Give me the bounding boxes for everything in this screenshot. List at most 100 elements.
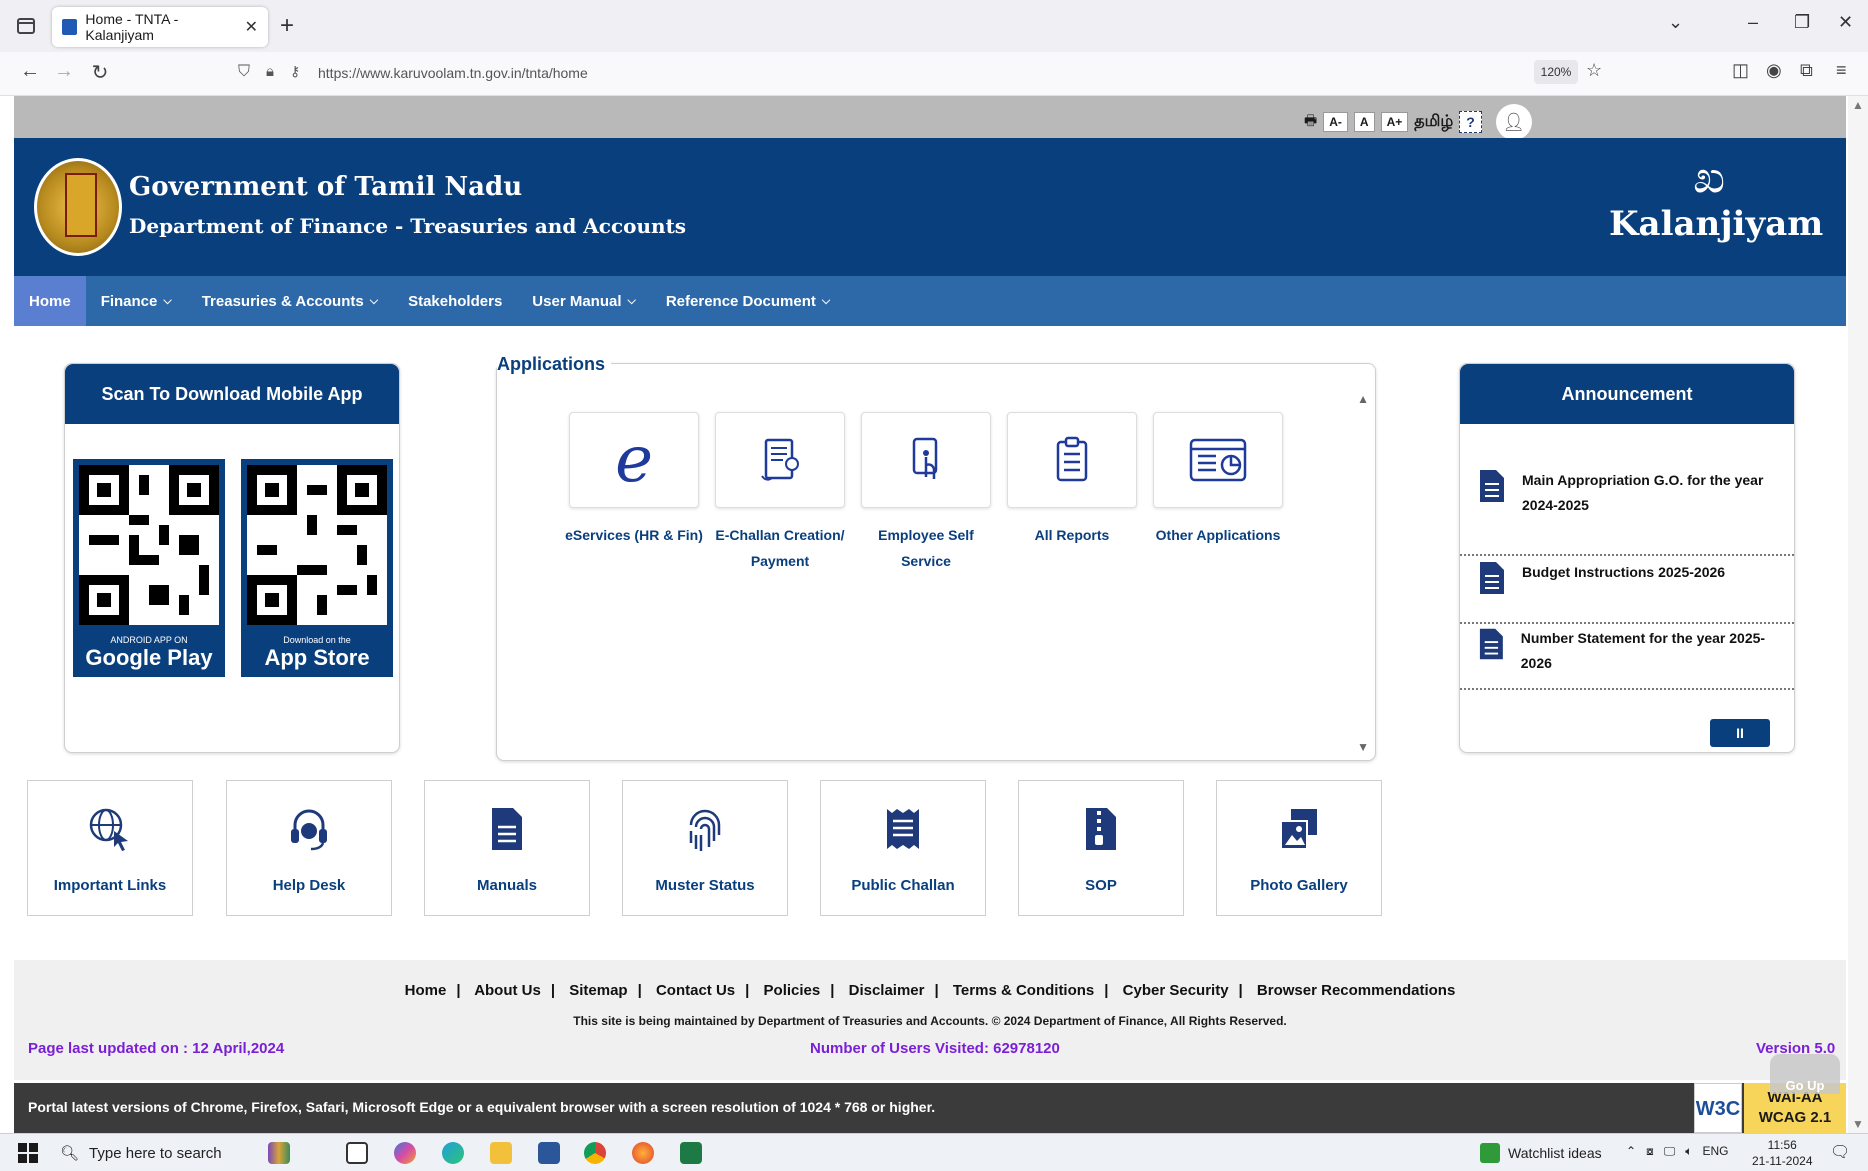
firefox-icon[interactable]: [632, 1142, 654, 1164]
footer-link-policies[interactable]: Policies: [764, 982, 821, 999]
pause-button[interactable]: II: [1710, 719, 1770, 747]
nav-item-home[interactable]: Home: [14, 276, 86, 326]
footer-link-home[interactable]: Home: [405, 982, 447, 999]
app-tile-employee-self-service[interactable]: [861, 412, 991, 508]
tab-list-icon[interactable]: [14, 14, 38, 38]
stock-chart-icon: [1480, 1143, 1500, 1163]
scroll-down-icon[interactable]: ▼: [1357, 740, 1369, 754]
forward-arrow-icon[interactable]: →: [50, 60, 78, 83]
app-tile-e-challan[interactable]: [715, 412, 845, 508]
pocket-icon[interactable]: ◫: [1732, 60, 1749, 81]
tab-overflow-chevron-icon[interactable]: ⌄: [1668, 12, 1683, 33]
quick-link-sop[interactable]: SOP: [1018, 780, 1184, 916]
extensions-icon[interactable]: ⧉: [1800, 60, 1813, 81]
scroll-up-icon[interactable]: ▲: [1357, 392, 1369, 406]
lock-icon[interactable]: 🔒︎: [266, 63, 274, 80]
footer-link-contact-us[interactable]: Contact Us: [656, 982, 735, 999]
footer-link-browser-recommendations[interactable]: Browser Recommendations: [1257, 982, 1455, 999]
key-icon[interactable]: ⚷: [290, 63, 300, 80]
app-store-badge[interactable]: Download on the App Store: [241, 635, 393, 671]
browser-tab-active[interactable]: Home - TNTA - Kalanjiyam ✕: [52, 7, 268, 47]
announcement-item[interactable]: Number Statement for the year 2025-2026: [1460, 626, 1794, 690]
url-text[interactable]: https://www.karuvoolam.tn.gov.in/tnta/ho…: [318, 65, 588, 81]
task-view-icon[interactable]: [346, 1142, 368, 1164]
fingerprint-icon: [689, 809, 721, 851]
language-indicator[interactable]: ENG: [1702, 1144, 1728, 1159]
announcement-item[interactable]: Main Appropriation G.O. for the year 202…: [1460, 468, 1794, 556]
font-normal-button[interactable]: A: [1353, 112, 1375, 132]
app-label-eservices[interactable]: eServices (HR & Fin): [559, 522, 709, 548]
taskbar-clock[interactable]: 11:56 21-11-2024: [1752, 1137, 1813, 1169]
windows-start-icon[interactable]: [18, 1143, 38, 1163]
chrome-icon[interactable]: [584, 1142, 606, 1164]
footer-link-sitemap[interactable]: Sitemap: [569, 982, 627, 999]
quick-link-manuals[interactable]: Manuals: [424, 780, 590, 916]
bookmark-star-icon[interactable]: ☆: [1586, 60, 1602, 81]
menu-icon[interactable]: ≡: [1836, 60, 1847, 81]
books-widget-icon[interactable]: [268, 1142, 290, 1164]
app-label-all-reports[interactable]: All Reports: [997, 522, 1147, 548]
reload-icon[interactable]: ↻: [86, 60, 114, 85]
announcement-item[interactable]: Budget Instructions 2025-2026: [1460, 560, 1794, 624]
network-icon[interactable]: 🖵︎: [1664, 1144, 1676, 1159]
font-increase-button[interactable]: A+: [1380, 112, 1409, 132]
app-label-e-challan[interactable]: E-Challan Creation/ Payment: [705, 522, 855, 574]
address-bar[interactable]: ⛉ 🔒︎ ⚷ https://www.karuvoolam.tn.gov.in/…: [230, 58, 1630, 90]
w3c-badge[interactable]: W3C: [1694, 1083, 1742, 1133]
scroll-up-icon[interactable]: ▲: [1852, 98, 1864, 112]
file-explorer-icon[interactable]: [490, 1142, 512, 1164]
shield-icon[interactable]: ⛉: [238, 63, 250, 81]
tamil-nadu-emblem-logo: [34, 158, 122, 256]
minimize-icon[interactable]: –: [1748, 12, 1758, 33]
footer-link-cyber-security[interactable]: Cyber Security: [1123, 982, 1229, 999]
google-play-badge[interactable]: ANDROID APP ON Google Play: [73, 635, 225, 671]
word-icon[interactable]: [538, 1142, 560, 1164]
nav-item-treasuries-accounts[interactable]: Treasuries & Accounts ⌵: [187, 276, 393, 326]
back-arrow-icon[interactable]: ←: [16, 60, 44, 83]
user-login-icon[interactable]: 👤︎: [1495, 104, 1532, 140]
quick-link-public-challan[interactable]: Public Challan: [820, 780, 986, 916]
zoom-level-badge[interactable]: 120%: [1534, 60, 1578, 84]
nav-item-user-manual[interactable]: User Manual ⌵: [517, 276, 651, 326]
go-up-button[interactable]: Go Up: [1770, 1054, 1840, 1094]
volume-icon[interactable]: 🔈︎: [1685, 1144, 1692, 1159]
footer-link-disclaimer[interactable]: Disclaimer: [849, 982, 925, 999]
app-label-employee-self-service[interactable]: Employee Self Service: [851, 522, 1001, 574]
app-tile-other-applications[interactable]: [1153, 412, 1283, 508]
app-store-qr[interactable]: Download on the App Store: [241, 459, 393, 677]
language-toggle[interactable]: தமிழ்: [1414, 112, 1453, 132]
font-decrease-button[interactable]: A-: [1323, 112, 1348, 132]
app-tile-eservices[interactable]: e: [569, 412, 699, 508]
quick-link-muster-status[interactable]: Muster Status: [622, 780, 788, 916]
camera-icon[interactable]: ⧇: [1646, 1144, 1654, 1159]
quick-link-help-desk[interactable]: Help Desk: [226, 780, 392, 916]
scroll-down-icon[interactable]: ▼: [1852, 1117, 1864, 1131]
chevron-up-icon[interactable]: ⌃: [1626, 1144, 1636, 1159]
app-label-line: All Reports: [1034, 527, 1110, 543]
footer-link-about-us[interactable]: About Us: [474, 982, 541, 999]
edge-browser-icon[interactable]: [442, 1142, 464, 1164]
quick-link-photo-gallery[interactable]: Photo Gallery: [1216, 780, 1382, 916]
nav-item-finance[interactable]: Finance ⌵: [86, 276, 187, 326]
taskbar-search[interactable]: 🔍︎ Type here to search: [60, 1134, 280, 1171]
help-button[interactable]: ?: [1459, 111, 1482, 133]
close-window-icon[interactable]: ✕: [1838, 12, 1853, 33]
close-tab-icon[interactable]: ✕: [245, 17, 258, 37]
excel-icon[interactable]: [680, 1142, 702, 1164]
account-icon[interactable]: ◉: [1766, 60, 1782, 81]
print-icon[interactable]: 🖶︎: [1304, 110, 1317, 134]
google-play-qr[interactable]: ANDROID APP ON Google Play: [73, 459, 225, 677]
footer-link-terms[interactable]: Terms & Conditions: [953, 982, 1094, 999]
watchlist-text: Watchlist ideas: [1508, 1145, 1602, 1161]
maximize-icon[interactable]: ❐: [1794, 12, 1810, 33]
quick-link-important-links[interactable]: Important Links: [27, 780, 193, 916]
watchlist-widget[interactable]: Watchlist ideas: [1480, 1143, 1602, 1163]
copilot-icon[interactable]: [394, 1142, 416, 1164]
notification-icon[interactable]: 🗨︎: [1830, 1142, 1850, 1162]
new-tab-icon[interactable]: +: [280, 12, 294, 40]
app-label-other-applications[interactable]: Other Applications: [1143, 522, 1293, 548]
nav-item-stakeholders[interactable]: Stakeholders: [393, 276, 517, 326]
nav-item-reference-document[interactable]: Reference Document ⌵: [651, 276, 845, 326]
app-tile-all-reports[interactable]: [1007, 412, 1137, 508]
page-scrollbar[interactable]: ▲ ▼: [1848, 96, 1868, 1133]
